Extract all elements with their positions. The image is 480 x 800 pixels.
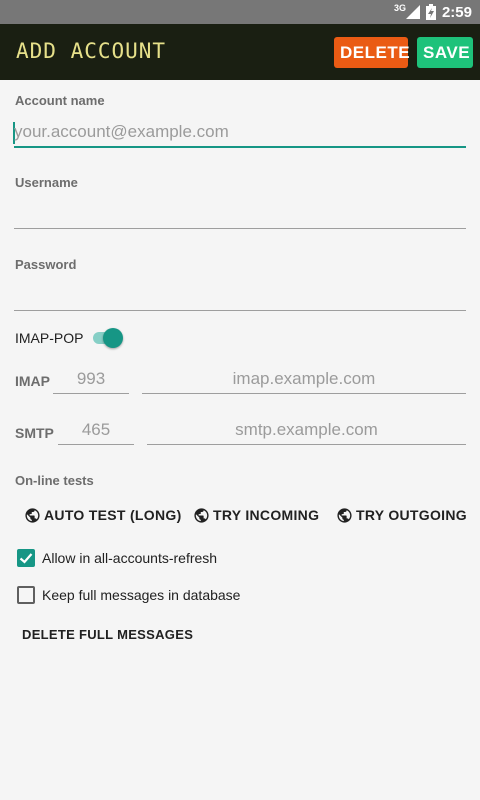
battery-icon [425,4,436,20]
check-icon [19,553,33,564]
status-bar: 3G 2:59 [0,0,480,24]
app-bar: ADD ACCOUNT DELETE SAVE [0,24,480,80]
password-input[interactable] [14,284,466,311]
try-incoming-button[interactable]: TRY INCOMING [193,504,319,526]
keep-messages-checkbox[interactable] [17,586,35,604]
imap-port-placeholder: 993 [76,369,106,388]
try-outgoing-button[interactable]: TRY OUTGOING [336,504,467,526]
imap-host-input[interactable]: imap.example.com [142,367,466,394]
allow-refresh-label: Allow in all-accounts-refresh [42,550,218,566]
smtp-label: SMTP [15,425,54,441]
save-button[interactable]: SAVE [417,37,473,68]
clock: 2:59 [441,3,472,21]
keep-messages-label: Keep full messages in database [42,587,241,603]
smtp-host-input[interactable]: smtp.example.com [147,418,466,445]
username-input[interactable] [14,202,466,229]
smtp-host-placeholder: smtp.example.com [235,420,378,439]
page-title: ADD ACCOUNT [16,39,167,63]
keep-messages-row[interactable]: Keep full messages in database [17,586,240,604]
protocol-switch-thumb[interactable] [103,328,123,348]
try-incoming-label: TRY INCOMING [213,507,320,523]
account-name-label: Account name [15,93,105,108]
allow-refresh-checkbox[interactable] [17,549,35,567]
imap-port-input[interactable]: 993 [53,367,129,394]
password-label: Password [15,257,77,272]
globe-icon [25,507,40,523]
protocol-switch-label: IMAP-POP [15,330,84,346]
smtp-port-input[interactable]: 465 [58,418,134,445]
globe-icon [337,507,352,523]
globe-icon [194,507,209,523]
allow-refresh-row[interactable]: Allow in all-accounts-refresh [17,549,217,567]
account-name-input[interactable]: your.account@example.com [13,120,466,148]
status-icons: 3G 2:59 [394,0,472,24]
imap-host-placeholder: imap.example.com [232,369,376,388]
account-name-placeholder: your.account@example.com [14,122,229,141]
delete-full-messages-button[interactable]: DELETE FULL MESSAGES [22,627,193,642]
auto-test-label: AUTO TEST (LONG) [44,507,182,523]
delete-button[interactable]: DELETE [334,37,410,68]
network-type: 3G [393,3,406,13]
auto-test-button[interactable]: AUTO TEST (LONG) [24,504,182,526]
online-tests-label: On-line tests [15,473,94,488]
smtp-port-placeholder: 465 [81,420,111,439]
imap-label: IMAP [15,373,50,389]
try-outgoing-label: TRY OUTGOING [356,507,467,523]
username-label: Username [15,175,78,190]
signal-icon [405,5,420,19]
